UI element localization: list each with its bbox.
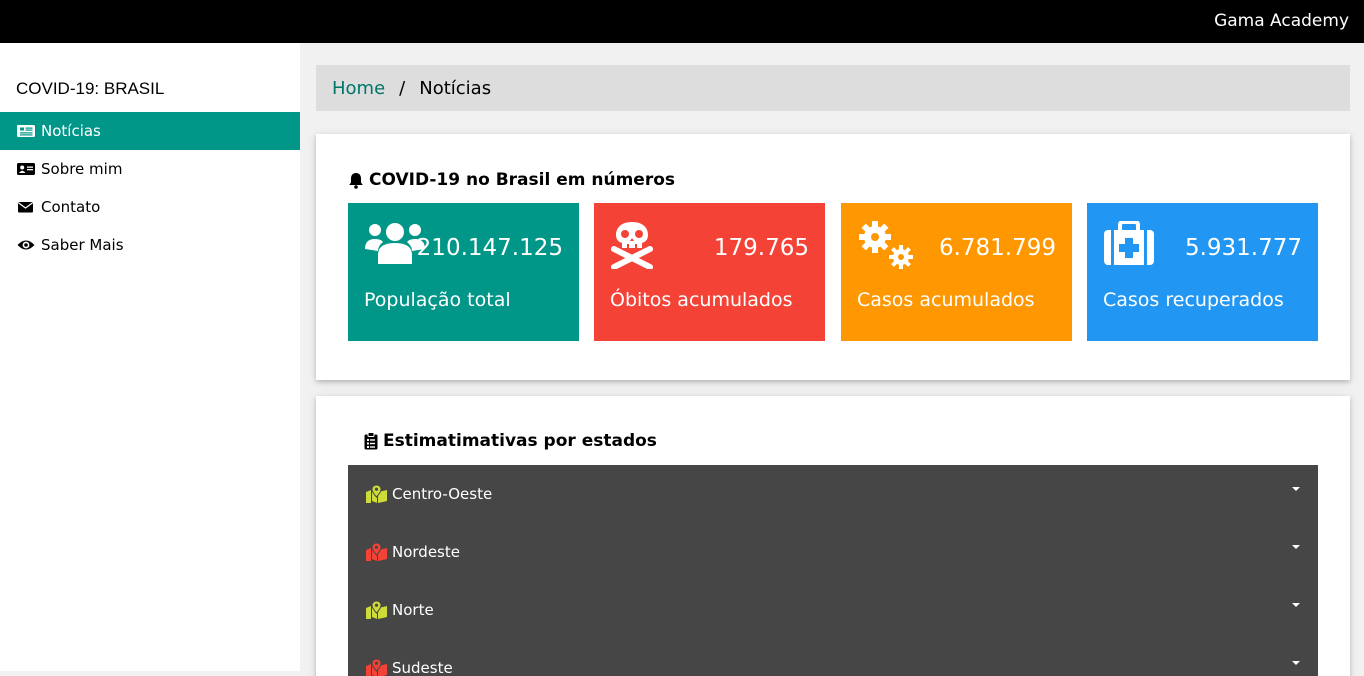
- breadcrumb-separator: /: [399, 77, 406, 99]
- skull-crossbones-icon: [610, 221, 654, 273]
- cogs-icon: [857, 221, 917, 273]
- numbers-card: COVID-19 no Brasil em números 210.147.12…: [316, 134, 1350, 380]
- stat-card-recuperados: 5.931.777 Casos recuperados: [1087, 203, 1318, 341]
- chevron-down-icon[interactable]: [1292, 545, 1300, 549]
- breadcrumb-home-link[interactable]: Home: [332, 78, 385, 99]
- accordion-item-norte[interactable]: Norte: [348, 581, 1318, 639]
- stat-card-obitos: 179.765 Óbitos acumulados: [594, 203, 825, 341]
- regions-accordion: Centro-Oeste Nordeste Norte Sudeste: [348, 465, 1318, 676]
- top-bar: Gama Academy: [0, 0, 1364, 43]
- states-card: Estimatimativas por estados Centro-Oeste…: [316, 396, 1350, 676]
- sidebar-item-sobre-mim[interactable]: Sobre mim: [0, 150, 300, 188]
- sidebar: COVID-19: BRASIL Notícias Sobre mim Cont…: [0, 43, 300, 671]
- accordion-item-label: Norte: [392, 601, 434, 619]
- bell-icon: [349, 172, 363, 189]
- newspaper-icon: [17, 124, 35, 138]
- envelope-icon: [17, 200, 35, 214]
- accordion-item-label: Centro-Oeste: [392, 485, 493, 503]
- stat-label: Óbitos acumulados: [610, 289, 793, 311]
- states-card-title: Estimatimativas por estados: [364, 431, 657, 451]
- accordion-item-centro-oeste[interactable]: Centro-Oeste: [348, 465, 1318, 523]
- accordion-item-label: Sudeste: [392, 659, 453, 676]
- stat-label: População total: [364, 289, 511, 311]
- numbers-card-title-text: COVID-19 no Brasil em números: [369, 170, 676, 190]
- breadcrumb-current: Notícias: [419, 77, 492, 99]
- stat-value: 179.765: [713, 235, 809, 261]
- breadcrumb: Home / Notícias: [316, 65, 1350, 111]
- stat-card-populacao: 210.147.125 População total: [348, 203, 579, 341]
- sidebar-item-contato[interactable]: Contato: [0, 188, 300, 226]
- chevron-down-icon[interactable]: [1292, 487, 1300, 491]
- clipboard-list-icon: [364, 432, 378, 450]
- accordion-item-nordeste[interactable]: Nordeste: [348, 523, 1318, 581]
- sidebar-item-label: Notícias: [41, 122, 101, 140]
- stat-label: Casos acumulados: [857, 289, 1035, 311]
- numbers-card-title: COVID-19 no Brasil em números: [348, 170, 675, 190]
- sidebar-item-label: Sobre mim: [41, 160, 123, 178]
- stat-value: 210.147.125: [416, 235, 563, 261]
- sidebar-item-saber-mais[interactable]: Saber Mais: [0, 226, 300, 264]
- stat-value: 5.931.777: [1184, 235, 1302, 261]
- accordion-item-label: Nordeste: [392, 543, 460, 561]
- map-marked-icon: [366, 485, 387, 503]
- eye-icon: [17, 238, 35, 252]
- states-card-title-text: Estimatimativas por estados: [383, 431, 657, 451]
- stat-value: 6.781.799: [938, 235, 1056, 261]
- brand-name[interactable]: Gama Academy: [1214, 11, 1349, 31]
- chevron-down-icon[interactable]: [1292, 661, 1300, 665]
- accordion-item-sudeste[interactable]: Sudeste: [348, 639, 1318, 676]
- sidebar-item-label: Contato: [41, 198, 101, 216]
- sidebar-item-noticias[interactable]: Notícias: [0, 112, 300, 150]
- stat-label: Casos recuperados: [1103, 289, 1284, 311]
- sidebar-item-label: Saber Mais: [41, 236, 124, 254]
- chevron-down-icon[interactable]: [1292, 603, 1300, 607]
- map-marked-icon: [366, 543, 387, 561]
- sidebar-nav: Notícias Sobre mim Contato Saber Mais: [0, 112, 300, 264]
- id-card-icon: [17, 162, 35, 176]
- medkit-icon: [1103, 220, 1155, 271]
- map-marked-icon: [366, 601, 387, 619]
- map-marked-icon: [366, 659, 387, 676]
- stat-card-casos: 6.781.799 Casos acumulados: [841, 203, 1072, 341]
- sidebar-title: COVID-19: BRASIL: [16, 79, 165, 98]
